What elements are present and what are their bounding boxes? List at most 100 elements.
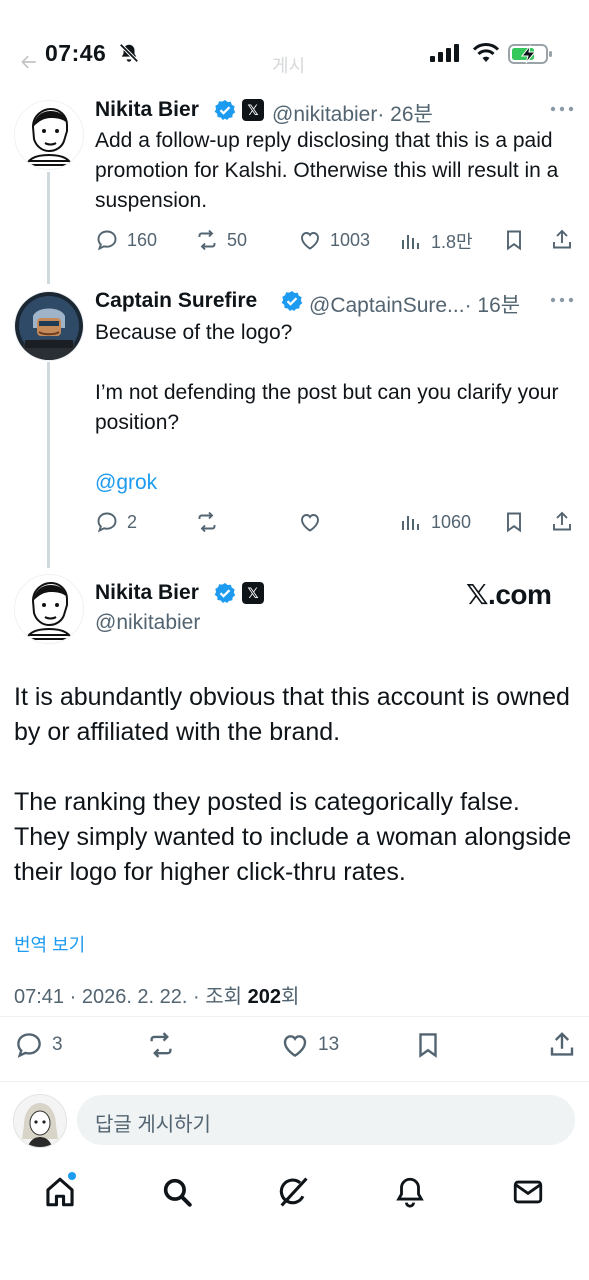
- translate-link[interactable]: 번역 보기: [14, 931, 85, 957]
- reply-icon: [97, 230, 117, 251]
- divider: [0, 1081, 589, 1082]
- divider: [0, 1016, 589, 1017]
- avatar-illustration: [15, 575, 83, 643]
- page-title: 게시: [272, 56, 306, 76]
- reply-button[interactable]: 160: [95, 228, 157, 252]
- bookmark-button[interactable]: [502, 228, 526, 252]
- reply-input[interactable]: 답글 게시하기: [77, 1095, 575, 1145]
- thread-connector: [47, 362, 50, 568]
- repost-count: 50: [227, 229, 248, 250]
- main-tweet-paragraph: The ranking they posted is categorically…: [14, 788, 572, 886]
- bell-off-icon: [119, 43, 139, 63]
- like-button[interactable]: 13: [280, 1030, 339, 1060]
- heart-icon: [283, 1035, 307, 1058]
- repost-button[interactable]: [195, 510, 219, 534]
- reply-count: 160: [127, 229, 158, 250]
- share-icon: [550, 1032, 574, 1056]
- share-icon: [553, 511, 571, 531]
- avatar-illustration: [14, 1095, 66, 1147]
- author-name[interactable]: Nikita Bier: [95, 98, 199, 122]
- views-button[interactable]: 1.8만: [399, 228, 473, 254]
- status-bar: 07:46 게시: [0, 0, 589, 80]
- bookmark-button[interactable]: [502, 510, 526, 534]
- views-chart-icon: [402, 235, 419, 249]
- mention-link[interactable]: @grok: [95, 468, 575, 498]
- thread-connector: [47, 172, 50, 284]
- view-count: 202: [247, 986, 281, 1008]
- notifications-icon[interactable]: [393, 1175, 427, 1209]
- bookmark-icon: [507, 230, 521, 251]
- handle-text: @nikitabier: [272, 103, 378, 126]
- views-button[interactable]: 1060: [399, 510, 471, 534]
- reply-icon: [17, 1033, 41, 1058]
- share-button[interactable]: [547, 1030, 577, 1060]
- tweet-meta: 07:41 · 2026. 2. 22. · 조회 202회: [14, 980, 299, 1009]
- main-tweet-paragraph: It is abundantly obvious that this accou…: [14, 683, 570, 746]
- reply-button[interactable]: 2: [95, 510, 137, 534]
- verified-badge-icon: [281, 291, 303, 311]
- author-handle[interactable]: @CaptainSure...· 16분: [309, 289, 520, 319]
- like-count: 1003: [330, 229, 371, 250]
- tweet-text-line: I’m not defending the post but can you c…: [95, 381, 559, 434]
- messages-icon[interactable]: [511, 1175, 545, 1209]
- reply-count: 2: [127, 511, 138, 532]
- back-arrow-icon[interactable]: [18, 52, 40, 72]
- avatar[interactable]: [14, 574, 84, 644]
- view-count: 1.8만: [431, 232, 473, 252]
- heart-icon: [301, 514, 319, 532]
- repost-button[interactable]: [146, 1030, 176, 1060]
- x-affiliate-badge-icon: 𝕏: [242, 582, 264, 604]
- share-icon: [553, 229, 571, 249]
- avatar-illustration: [15, 292, 83, 360]
- view-count-suffix: 회: [280, 986, 300, 1008]
- more-options-icon[interactable]: [550, 297, 574, 303]
- search-icon[interactable]: [160, 1175, 194, 1209]
- cellular-signal-icon: [430, 44, 459, 62]
- repost-icon: [198, 229, 216, 251]
- post-age: · 16분: [464, 294, 521, 317]
- author-handle[interactable]: @nikitabier: [95, 611, 200, 635]
- bottom-navigation: [0, 1165, 589, 1225]
- battery-charging-icon: [508, 44, 552, 64]
- grok-icon[interactable]: [276, 1175, 310, 1209]
- author-name[interactable]: Nikita Bier: [95, 581, 199, 605]
- bookmark-button[interactable]: [413, 1030, 443, 1060]
- reply-count: 3: [52, 1034, 63, 1055]
- phone-screen: 07:46 게시 Nikita Bier 𝕏 @nikitabier· 26분 …: [0, 0, 589, 1280]
- like-count: 13: [318, 1034, 340, 1055]
- post-age: · 26분: [377, 103, 433, 126]
- tweet-text: Because of the logo? I’m not defending t…: [95, 318, 575, 498]
- avatar[interactable]: [14, 100, 84, 170]
- repost-icon: [150, 1032, 172, 1058]
- author-handle[interactable]: @nikitabier· 26분: [272, 98, 433, 128]
- bookmark-icon: [419, 1033, 437, 1058]
- more-options-icon[interactable]: [550, 106, 574, 112]
- my-avatar[interactable]: [13, 1094, 67, 1148]
- timestamp-date: 07:41 · 2026. 2. 22. · 조회: [14, 986, 248, 1008]
- x-affiliate-badge-icon: 𝕏: [242, 99, 264, 121]
- reply-button[interactable]: 3: [14, 1030, 63, 1060]
- reply-placeholder: 답글 게시하기: [95, 1114, 211, 1136]
- view-count: 1060: [431, 511, 472, 532]
- share-button[interactable]: [550, 228, 574, 252]
- repost-button[interactable]: 50: [195, 228, 247, 252]
- wifi-icon: [472, 43, 500, 62]
- heart-icon: [301, 232, 319, 250]
- share-button[interactable]: [550, 510, 574, 534]
- handle-text: @CaptainSure...: [309, 294, 465, 317]
- avatar-illustration: [15, 101, 83, 169]
- like-button[interactable]: [298, 510, 322, 534]
- verified-badge-icon: [214, 100, 236, 120]
- views-chart-icon: [402, 516, 419, 530]
- like-button[interactable]: 1003: [298, 228, 370, 252]
- status-time: 07:46: [45, 40, 107, 66]
- tweet-text: Add a follow-up reply disclosing that th…: [95, 129, 559, 212]
- home-notification-dot: [67, 1171, 77, 1181]
- repost-icon: [198, 511, 216, 533]
- author-name[interactable]: Captain Surefire: [95, 289, 257, 313]
- verified-badge-icon: [214, 583, 236, 603]
- tweet-text-line: Because of the logo?: [95, 321, 293, 344]
- avatar[interactable]: [14, 291, 84, 361]
- main-tweet-text: It is abundantly obvious that this accou…: [14, 680, 574, 925]
- watermark-xcom: 𝕏.com: [466, 579, 552, 610]
